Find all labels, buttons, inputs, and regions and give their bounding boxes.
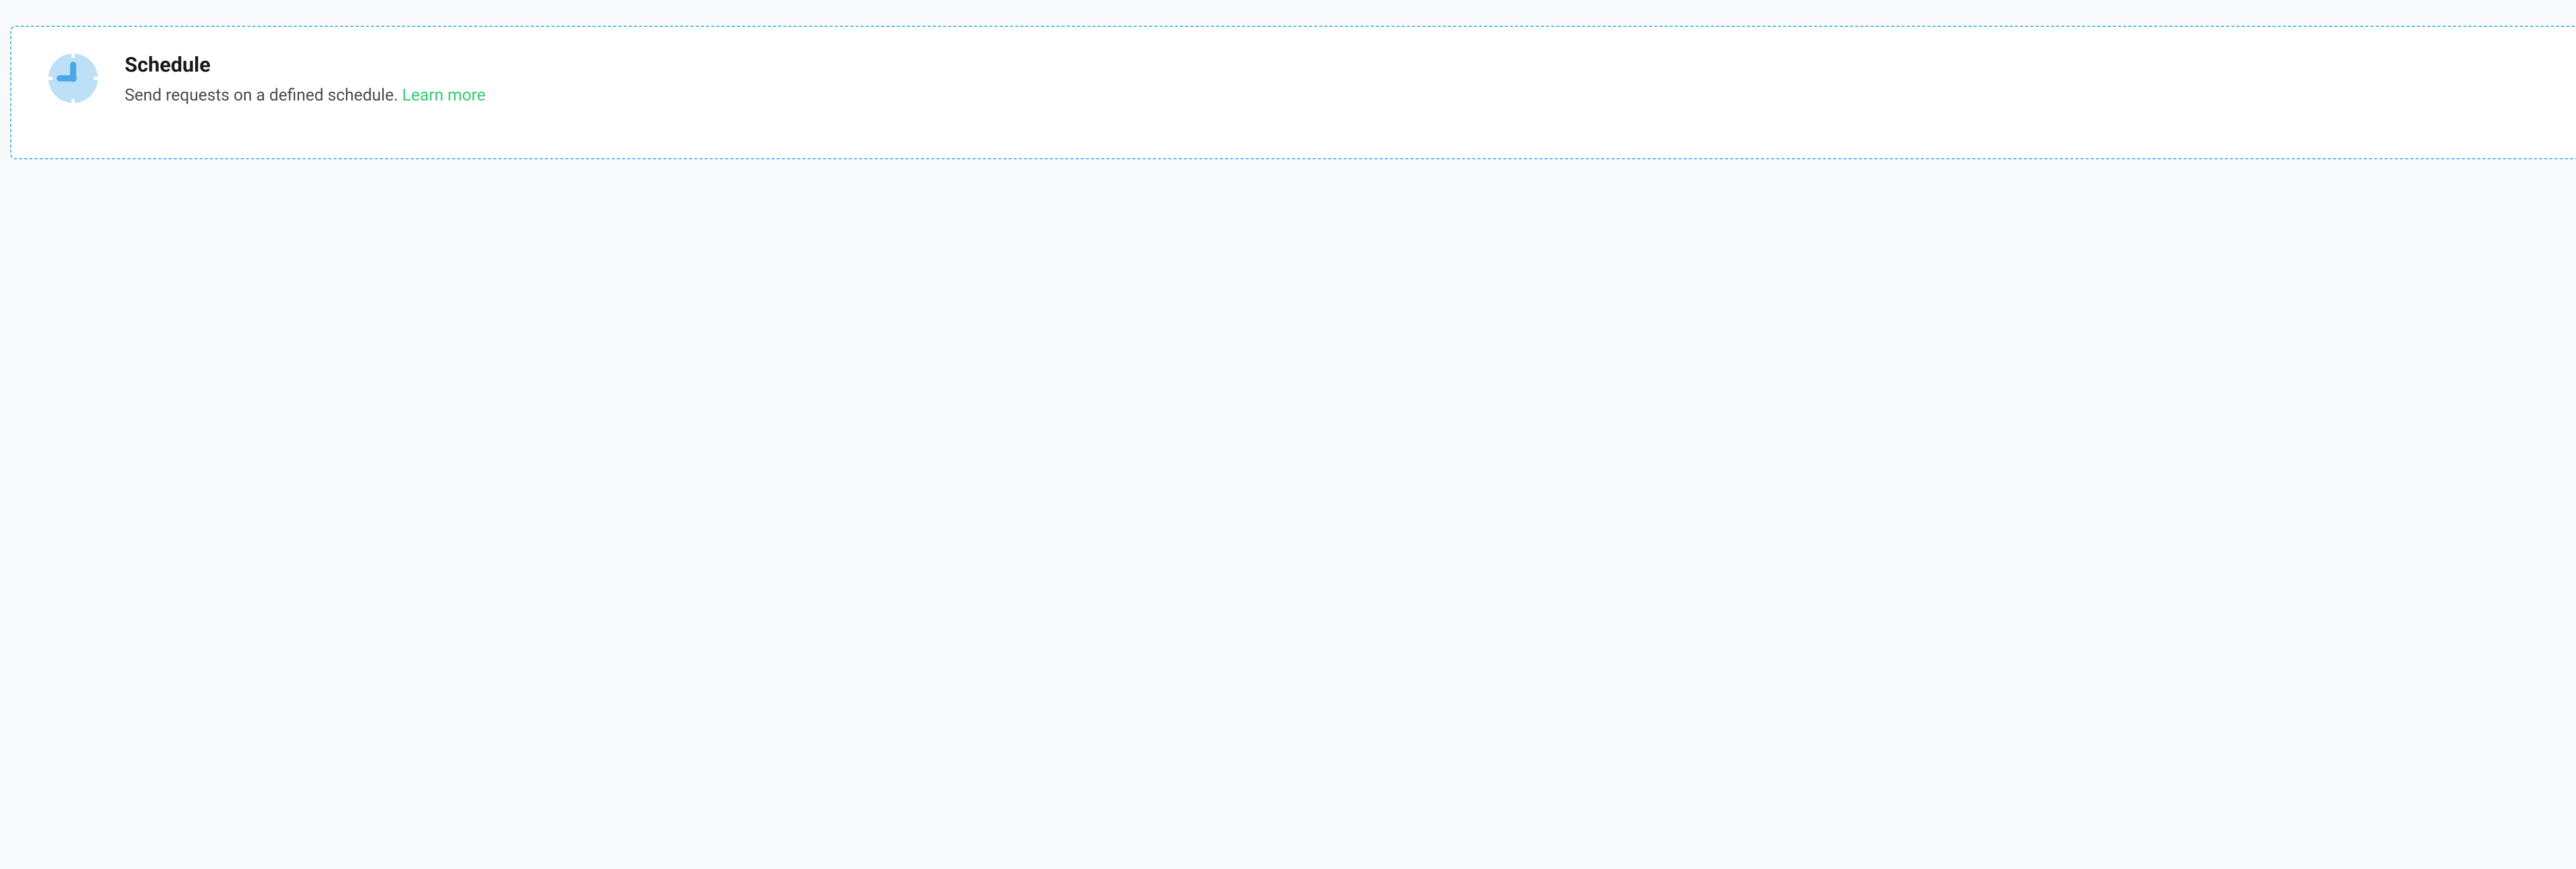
card-content-left: Schedule Send requests on a defined sche… (47, 53, 486, 107)
card-description-text: Send requests on a defined schedule. (125, 85, 402, 105)
schedule-card: Schedule Send requests on a defined sche… (10, 26, 2576, 159)
clock-icon (47, 53, 99, 104)
card-text-content: Schedule Send requests on a defined sche… (125, 53, 486, 107)
learn-more-link[interactable]: Learn more (402, 85, 486, 105)
card-title: Schedule (125, 53, 486, 77)
card-description: Send requests on a defined schedule. Lea… (125, 83, 486, 107)
